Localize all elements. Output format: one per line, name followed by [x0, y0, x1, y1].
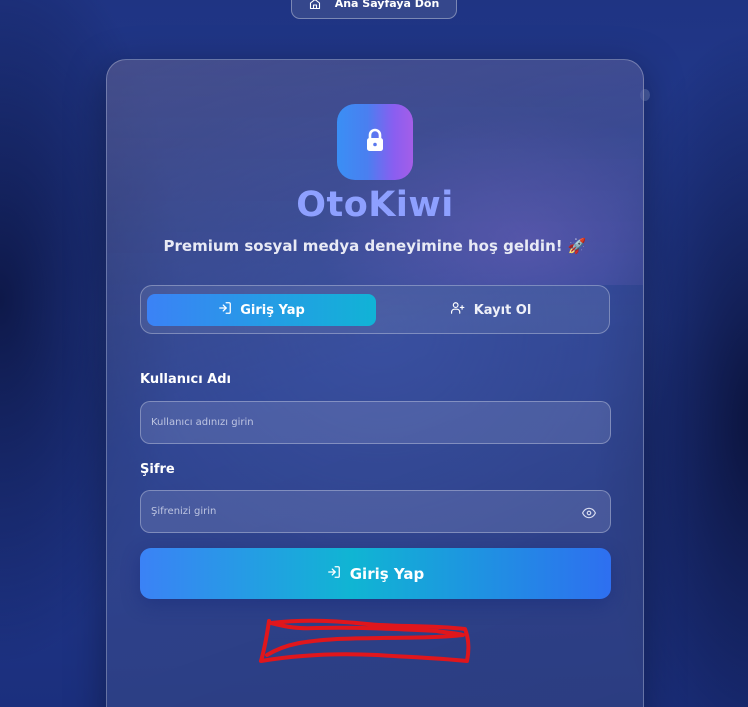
home-button-label: Ana Sayfaya Dön [334, 0, 440, 10]
login-submit-label: Giriş Yap [349, 564, 425, 583]
logo-badge [337, 104, 413, 180]
tab-login[interactable]: Giriş Yap [147, 294, 376, 326]
login-submit-button[interactable]: Giriş Yap [140, 548, 611, 599]
password-input[interactable] [140, 490, 611, 533]
eye-icon[interactable] [582, 505, 596, 519]
brand-title: OtoKiwi [296, 185, 454, 225]
tab-register-label: Kayıt Ol [473, 302, 532, 318]
login-icon [218, 301, 232, 319]
welcome-subtitle: Premium sosyal medya deneyimine hoş geld… [163, 237, 587, 255]
auth-tabs: Giriş Yap Kayıt Ol [140, 285, 610, 334]
user-plus-icon [450, 301, 466, 319]
home-button[interactable]: Ana Sayfaya Dön [291, 0, 457, 19]
password-label: Şifre [140, 462, 175, 477]
red-scribble-annotation [259, 618, 471, 663]
login-icon [327, 565, 341, 583]
tab-login-label: Giriş Yap [240, 302, 305, 318]
tab-register[interactable]: Kayıt Ol [376, 294, 605, 326]
home-icon [309, 0, 321, 10]
login-card: OtoKiwi Premium sosyal medya deneyimine … [106, 59, 644, 707]
lock-icon [364, 128, 386, 156]
username-input[interactable] [140, 401, 611, 444]
username-label: Kullanıcı Adı [140, 372, 232, 387]
